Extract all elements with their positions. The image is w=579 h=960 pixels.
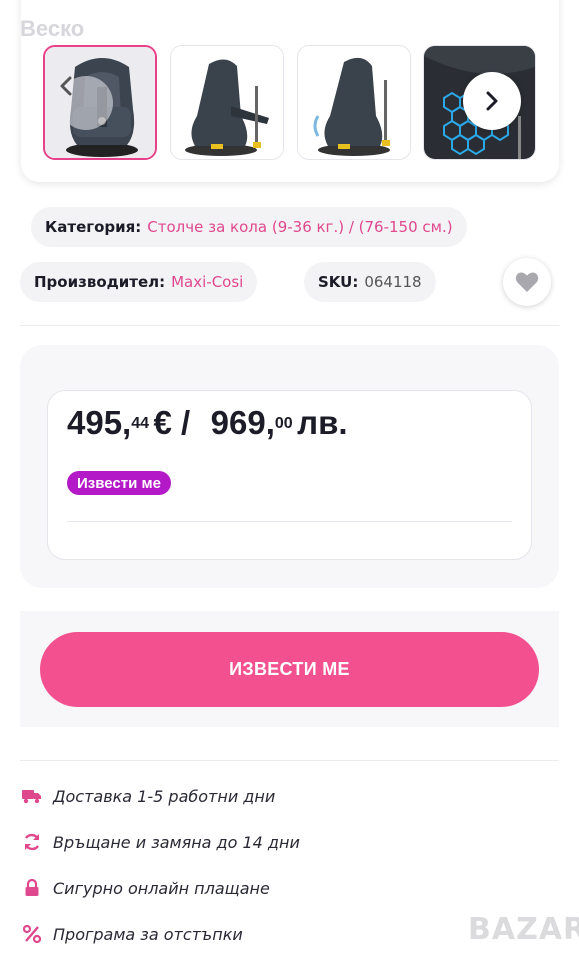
price-bgn-int: 969,: [210, 404, 275, 441]
thumbnail-1[interactable]: [43, 45, 157, 160]
chevron-left-icon: [60, 76, 72, 96]
thumbnail-prev-button[interactable]: [59, 76, 113, 130]
watermark: Веско: [20, 16, 85, 41]
bazar-watermark-logo: BAZAR: [468, 912, 579, 947]
feature-text: Доставка 1-5 работни дни: [53, 786, 276, 806]
thumbnail-3[interactable]: [297, 45, 411, 160]
divider: [20, 760, 559, 761]
price-eur-currency: € /: [153, 404, 191, 441]
brand-link[interactable]: Maxi-Cosi: [171, 273, 243, 291]
feature-text: Програма за отстъпки: [53, 924, 243, 944]
chevron-right-icon: [486, 91, 498, 111]
car-seat-side-image: [171, 46, 283, 159]
price-eur-int: 495,: [67, 404, 132, 441]
truck-icon: [22, 786, 42, 806]
price-eur-dec: 44: [131, 415, 150, 432]
feature-returns: Връщане и замяна до 14 дни: [22, 830, 300, 854]
sku-label: SKU:: [318, 273, 359, 291]
notify-badge: Извести ме: [67, 471, 171, 495]
divider: [67, 521, 512, 522]
heart-icon: [515, 272, 539, 292]
brand-label: Производител:: [34, 273, 166, 291]
category-link[interactable]: Столче за кола (9-36 кг.) / (76-150 см.): [147, 218, 452, 236]
feature-delivery: Доставка 1-5 работни дни: [22, 784, 275, 808]
sku-chip: SKU: 064118: [304, 262, 436, 302]
category-label: Категория:: [45, 218, 142, 236]
category-chip: Категория: Столче за кола (9-36 кг.) / (…: [31, 207, 467, 247]
add-to-favorites-button[interactable]: [503, 258, 551, 306]
lock-icon: [22, 878, 42, 898]
car-seat-recline-image: [298, 46, 410, 159]
divider: [20, 325, 559, 326]
thumbnail-2[interactable]: [170, 45, 284, 160]
price-bgn-currency: лв.: [297, 404, 348, 441]
brand-chip: Производител: Maxi-Cosi: [20, 262, 258, 302]
notify-me-button[interactable]: ИЗВЕСТИ МЕ: [40, 632, 539, 707]
percent-icon: [22, 924, 42, 944]
refresh-icon: [22, 832, 42, 852]
feature-text: Сигурно онлайн плащане: [53, 878, 270, 898]
price-display: 495,44 € / 969,00 лв.: [67, 404, 348, 442]
thumbnail-next-button[interactable]: [463, 72, 521, 130]
price-bgn-dec: 00: [274, 415, 293, 432]
feature-secure-payment: Сигурно онлайн плащане: [22, 876, 270, 900]
feature-discounts: Програма за отстъпки: [22, 922, 243, 946]
sku-value: 064118: [364, 273, 422, 291]
feature-text: Връщане и замяна до 14 дни: [53, 832, 300, 852]
